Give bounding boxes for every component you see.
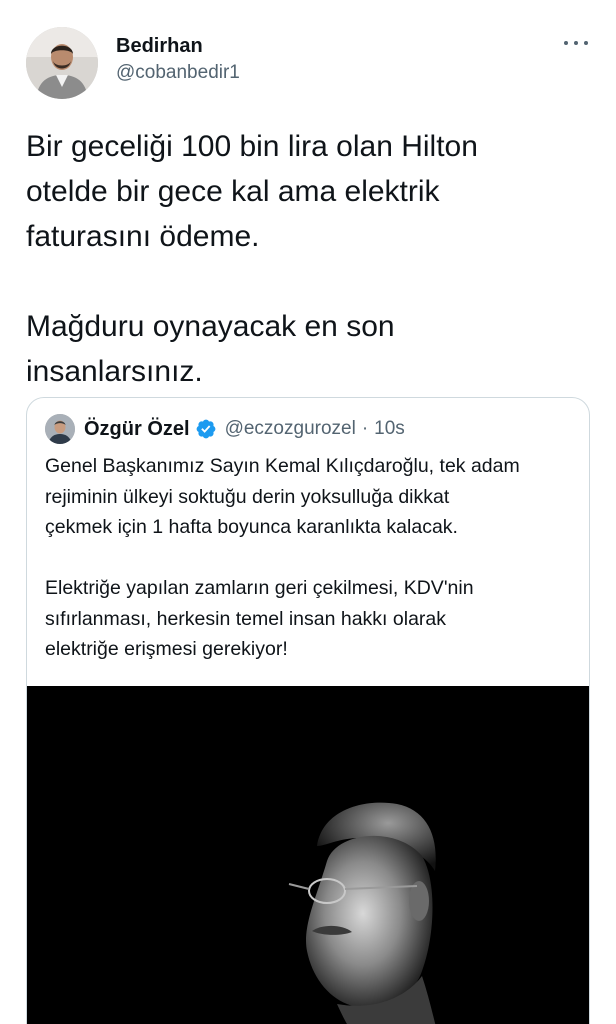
quoted-author-display-name: Özgür Özel <box>84 417 190 440</box>
quoted-tweet-time: 10s <box>374 418 405 439</box>
more-dot <box>564 41 568 45</box>
more-dot <box>584 41 588 45</box>
more-horizontal-icon[interactable] <box>564 37 588 49</box>
quoted-author-handle: @eczozgurozel <box>224 418 356 439</box>
quoted-tweet-text: Genel Başkanımız Sayın Kemal Kılıçdaroğl… <box>45 451 575 665</box>
author-display-name[interactable]: Bedirhan <box>116 34 240 58</box>
portrait-photo <box>27 686 589 1024</box>
avatar-photo <box>26 27 98 99</box>
quoted-author-avatar <box>45 414 75 444</box>
quoted-tweet-header: Özgür Özel @eczozgurozel · 10s <box>45 414 405 444</box>
author-handle[interactable]: @cobanbedir1 <box>116 61 240 85</box>
tweet-text: Bir geceliği 100 bin lira olan Hilton ot… <box>26 124 596 394</box>
tweet-detail-page: Bedirhan @cobanbedir1 Bir geceliği 100 b… <box>0 0 616 1024</box>
author-names: Bedirhan @cobanbedir1 <box>116 34 240 85</box>
more-dot <box>574 41 578 45</box>
verified-badge-icon <box>196 419 215 439</box>
separator-dot: · <box>361 418 369 439</box>
tweet-paragraph: Mağduru oynayacak en son insanlarsınız. <box>26 310 395 388</box>
quoted-tweet-media[interactable] <box>27 686 589 1024</box>
tweet-header: Bedirhan @cobanbedir1 <box>26 27 590 99</box>
author-avatar[interactable] <box>26 27 98 99</box>
quoted-paragraph: Elektriğe yapılan zamların geri çekilmes… <box>45 577 474 660</box>
quoted-tweet[interactable]: Özgür Özel @eczozgurozel · 10s Genel Baş… <box>26 397 590 1024</box>
quoted-paragraph: Genel Başkanımız Sayın Kemal Kılıçdaroğl… <box>45 455 520 538</box>
tweet-paragraph: Bir geceliği 100 bin lira olan Hilton ot… <box>26 130 478 253</box>
quoted-avatar-photo <box>45 414 75 444</box>
